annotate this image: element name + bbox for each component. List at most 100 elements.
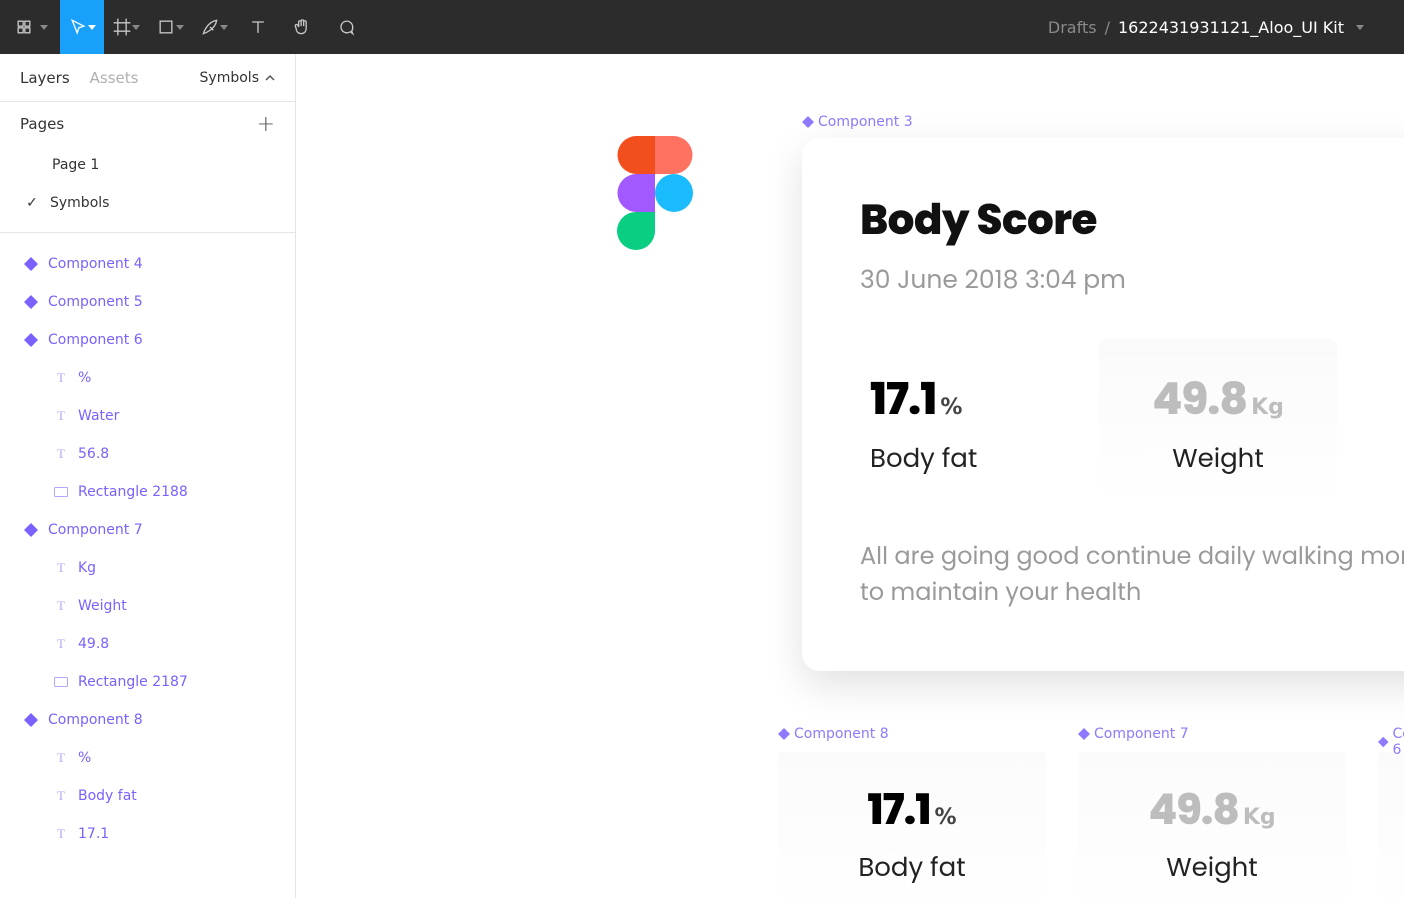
metric-label: Weight [1088, 849, 1336, 888]
text-icon: T [54, 827, 68, 841]
tab-layers[interactable]: Layers [20, 69, 70, 87]
breadcrumb-file[interactable]: 1622431931121_Aloo_UI Kit [1118, 18, 1344, 37]
canvas-component-label[interactable]: Component 3 [802, 114, 913, 130]
text-icon: T [54, 599, 68, 613]
layer-component[interactable]: Component 8 [0, 701, 295, 739]
component-icon [1078, 728, 1090, 740]
metric-value: 49.8 [1152, 369, 1247, 430]
metric-unit: Kg [1243, 805, 1276, 830]
component-icon [24, 523, 38, 537]
layer-child[interactable]: T% [0, 739, 295, 777]
main-menu-button[interactable] [0, 0, 60, 54]
layer-label: % [78, 370, 91, 386]
small-metric-body-fat[interactable]: 17.1% Body fat [778, 752, 1046, 898]
shape-tool[interactable] [148, 0, 192, 54]
layer-label: Component 7 [48, 522, 143, 538]
metric-value: 17.1 [867, 780, 930, 839]
component-icon [24, 257, 38, 271]
metric-unit: % [935, 805, 957, 830]
rectangle-icon [54, 677, 68, 687]
tab-symbols[interactable]: Symbols [200, 70, 275, 86]
add-page-button[interactable]: + [257, 112, 275, 137]
chevron-down-icon [176, 25, 184, 30]
chevron-up-icon [265, 74, 275, 82]
component-icon [1378, 736, 1389, 748]
layer-label: Component 6 [48, 332, 143, 348]
text-icon: T [54, 447, 68, 461]
canvas-component-label[interactable]: Component 8 [778, 726, 889, 742]
text-icon: T [54, 409, 68, 423]
text-icon: T [54, 561, 68, 575]
layers-tree: Component 4Component 5Component 6T%TWate… [0, 245, 295, 898]
comment-tool[interactable] [324, 0, 368, 54]
metric-unit: % [940, 395, 962, 420]
topbar: Drafts / 1622431931121_Aloo_UI Kit [0, 0, 1404, 54]
layer-child[interactable]: TKg [0, 549, 295, 587]
canvas[interactable]: Component 3 Body Score 30 June 2018 3:04… [296, 54, 1404, 898]
layer-child[interactable]: T 49.8 [0, 625, 295, 663]
page-item[interactable]: Page 1 [0, 146, 295, 184]
metric-unit: Kg [1251, 395, 1284, 420]
metric-label: Body fat [788, 849, 1036, 888]
move-tool[interactable] [60, 0, 104, 54]
text-icon: T [54, 637, 68, 651]
layer-label: Weight [78, 598, 127, 614]
text-icon: T [54, 371, 68, 385]
body-score-card[interactable]: Body Score 30 June 2018 3:04 pm 95% 17.1… [802, 138, 1404, 671]
hand-tool[interactable] [280, 0, 324, 54]
chevron-down-icon [132, 25, 140, 30]
chevron-down-icon[interactable] [1356, 25, 1364, 30]
pages-header: Pages + [0, 102, 295, 146]
chevron-down-icon [220, 25, 228, 30]
chevron-down-icon [88, 25, 96, 30]
breadcrumb-drafts[interactable]: Drafts [1048, 18, 1097, 37]
component-icon [24, 333, 38, 347]
layer-child[interactable]: T 56.8 [0, 435, 295, 473]
card-title: Body Score [860, 188, 1126, 251]
small-metric-weight[interactable]: 49.8KgWeight [1078, 752, 1346, 898]
metric-weight[interactable]: 49.8Kg Weight [1099, 339, 1338, 507]
page-item[interactable]: ✓ Symbols [0, 184, 295, 222]
component-icon [778, 728, 790, 740]
frame-tool[interactable] [104, 0, 148, 54]
canvas-component-label[interactable]: Component 7 [1078, 726, 1189, 742]
layer-label: 56.8 [78, 446, 109, 462]
layer-child[interactable]: Rectangle 2187 [0, 663, 295, 701]
layer-component[interactable]: Component 5 [0, 283, 295, 321]
component-icon [802, 116, 814, 128]
layer-child[interactable]: T% [0, 359, 295, 397]
metric-label: Body fat [870, 440, 1089, 479]
left-panel: Layers Assets Symbols Pages + Page 1 ✓ S… [0, 54, 296, 898]
metric-value: 17.1 [870, 369, 936, 430]
layer-child[interactable]: T Body fat [0, 777, 295, 815]
metric-body-fat[interactable]: 17.1% Body fat [860, 339, 1099, 507]
layer-component[interactable]: Component 6 [0, 321, 295, 359]
metric-water[interactable]: 56.8%Water [1337, 339, 1404, 507]
layer-component[interactable]: Component 7 [0, 511, 295, 549]
text-icon: T [54, 751, 68, 765]
breadcrumb-separator: / [1105, 18, 1110, 37]
layer-label: Rectangle 2187 [78, 674, 188, 690]
metric-label: Weight [1109, 440, 1328, 479]
layer-label: Component 5 [48, 294, 143, 310]
layer-component[interactable]: Component 4 [0, 245, 295, 283]
small-metric-water[interactable]: 56.8%Water [1378, 752, 1404, 898]
layer-child[interactable]: Rectangle 2188 [0, 473, 295, 511]
layer-child[interactable]: TWater [0, 397, 295, 435]
layer-label: Component 8 [48, 712, 143, 728]
layer-label: 49.8 [78, 636, 109, 652]
text-icon: T [54, 789, 68, 803]
card-note: All are going good continue daily walkin… [860, 539, 1404, 611]
breadcrumb[interactable]: Drafts / 1622431931121_Aloo_UI Kit [368, 18, 1404, 37]
text-tool[interactable] [236, 0, 280, 54]
component-icon [24, 295, 38, 309]
rectangle-icon [54, 487, 68, 497]
layer-child[interactable]: T17.1 [0, 815, 295, 853]
layer-label: Component 4 [48, 256, 143, 272]
layer-label: Body fat [78, 788, 137, 804]
pen-tool[interactable] [192, 0, 236, 54]
layer-child[interactable]: T Weight [0, 587, 295, 625]
tab-assets[interactable]: Assets [90, 69, 139, 87]
check-icon: ✓ [24, 195, 40, 211]
component-icon [24, 713, 38, 727]
